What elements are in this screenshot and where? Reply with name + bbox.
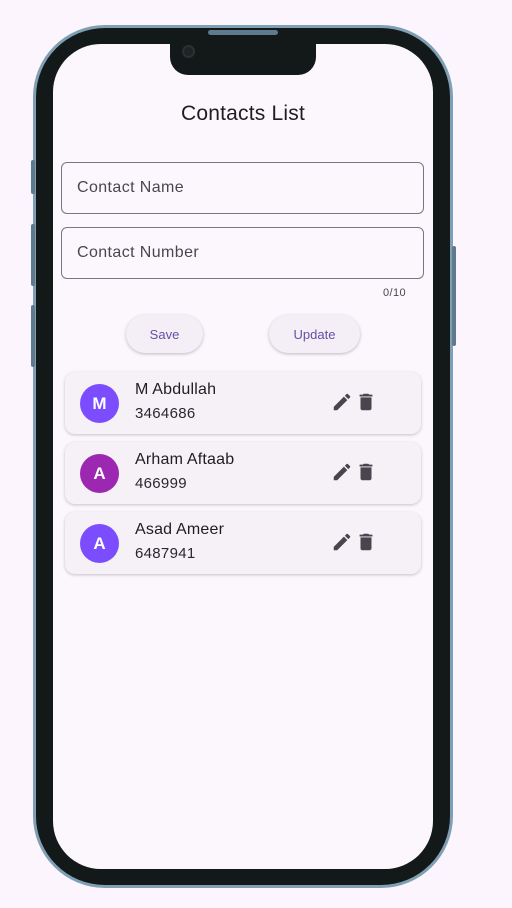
contact-name-field[interactable] <box>61 162 424 214</box>
contact-number-field[interactable] <box>61 227 424 279</box>
contact-number: 6487941 <box>135 545 196 562</box>
delete-icon[interactable] <box>355 531 377 553</box>
volume-down-button <box>31 305 35 367</box>
contact-name: M Abdullah <box>135 381 217 398</box>
power-button <box>452 246 456 346</box>
edit-icon[interactable] <box>331 531 353 553</box>
contact-card[interactable]: M M Abdullah 3464686 <box>65 372 421 434</box>
contact-name: Asad Ameer <box>135 521 225 538</box>
character-counter: 0/10 <box>383 287 407 299</box>
delete-icon[interactable] <box>355 461 377 483</box>
avatar: A <box>80 454 119 493</box>
notch <box>170 44 316 75</box>
volume-up-button <box>31 224 35 286</box>
speaker-grille <box>208 30 278 35</box>
edit-icon[interactable] <box>331 461 353 483</box>
edit-icon[interactable] <box>331 391 353 413</box>
contact-name: Arham Aftaab <box>135 451 235 468</box>
update-button[interactable]: Update <box>269 315 360 353</box>
contact-number: 3464686 <box>135 405 196 422</box>
save-button[interactable]: Save <box>126 315 203 353</box>
delete-icon[interactable] <box>355 391 377 413</box>
avatar: A <box>80 524 119 563</box>
mute-switch <box>31 160 35 194</box>
contact-number-input[interactable] <box>62 228 423 278</box>
app-screen: Contacts List 0/10 Save Update M M Abdul… <box>53 44 433 869</box>
avatar: M <box>80 384 119 423</box>
contact-number: 466999 <box>135 475 187 492</box>
contact-card[interactable]: A Asad Ameer 6487941 <box>65 512 421 574</box>
contact-name-input[interactable] <box>62 163 423 213</box>
page-title: Contacts List <box>181 102 305 125</box>
camera-icon <box>182 45 195 58</box>
contact-card[interactable]: A Arham Aftaab 466999 <box>65 442 421 504</box>
